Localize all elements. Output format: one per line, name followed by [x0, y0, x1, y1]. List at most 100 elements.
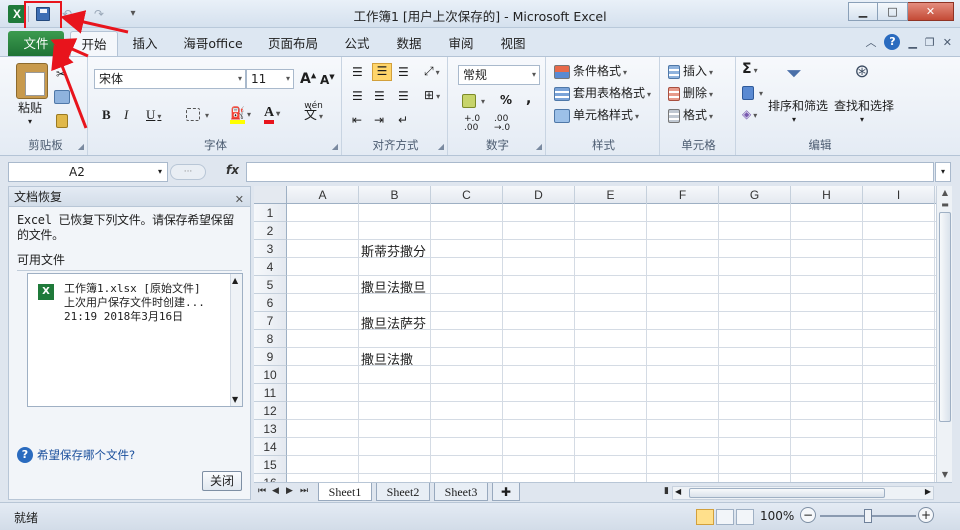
file-list-scrollbar[interactable]: ▲ ▼ — [230, 274, 242, 406]
underline-button[interactable]: U ▾ — [146, 107, 161, 123]
paste-button[interactable]: 粘贴 — [18, 99, 42, 116]
prev-sheet-icon[interactable]: ◀ — [272, 486, 279, 496]
doc-restore-icon[interactable]: ❐ — [925, 36, 935, 49]
percent-button[interactable]: % — [500, 93, 512, 107]
row-header-3[interactable]: 3 — [254, 240, 287, 258]
increase-decimal-button[interactable]: +.0 .00 — [464, 115, 480, 133]
file-list-scroll-down-icon[interactable]: ▼ — [232, 395, 238, 404]
sort-filter-dropdown[interactable]: ▾ — [792, 115, 796, 124]
page-layout-view-button[interactable] — [716, 509, 734, 525]
tab-data[interactable]: 数据 — [388, 31, 430, 56]
vertical-scroll-thumb[interactable] — [939, 212, 951, 422]
column-header-a[interactable]: A — [287, 186, 359, 204]
format-cells-button[interactable]: 格式 ▾ — [668, 106, 713, 123]
insert-sheet-icon[interactable]: ✚ — [492, 483, 520, 501]
horizontal-scroll-thumb[interactable] — [689, 488, 885, 498]
wrap-text-icon[interactable]: ↵ — [398, 113, 408, 127]
split-handle-icon[interactable]: ▬ — [938, 198, 952, 212]
cell-styles-button[interactable]: 单元格样式 ▾ — [554, 106, 639, 123]
row-header-15[interactable]: 15 — [254, 456, 287, 474]
tab-page-layout[interactable]: 页面布局 — [260, 31, 326, 56]
zoom-in-button[interactable]: + — [918, 507, 934, 523]
align-left-icon[interactable]: ☰ — [352, 89, 363, 103]
recovery-close-button[interactable]: 关闭 — [202, 471, 242, 491]
delete-cells-button[interactable]: 删除 ▾ — [668, 84, 713, 101]
name-box[interactable]: A2 ▾ — [8, 162, 168, 182]
paste-dropdown[interactable]: ▾ — [28, 117, 32, 126]
copy-icon[interactable] — [54, 89, 73, 104]
font-launcher-icon[interactable]: ◢ — [332, 142, 338, 151]
scroll-right-icon[interactable]: ▶ — [925, 487, 931, 496]
worksheet-grid[interactable]: ABCDEFGHI 12345678910111213141516 斯蒂芬撒分 … — [254, 186, 936, 482]
decrease-decimal-button[interactable]: .00 →.0 — [494, 115, 510, 133]
number-launcher-icon[interactable]: ◢ — [536, 142, 542, 151]
row-header-4[interactable]: 4 — [254, 258, 287, 276]
column-header-g[interactable]: G — [719, 186, 791, 204]
find-select-button[interactable]: 查找和选择 — [834, 97, 894, 114]
alignment-launcher-icon[interactable]: ◢ — [438, 142, 444, 151]
row-header-14[interactable]: 14 — [254, 438, 287, 456]
italic-button[interactable]: I — [124, 107, 128, 123]
grow-font-button[interactable]: A▲ — [300, 71, 316, 87]
horizontal-scrollbar[interactable]: ◀ ▶ — [672, 486, 934, 500]
column-header-h[interactable]: H — [791, 186, 863, 204]
currency-icon[interactable]: ▾ — [462, 93, 485, 108]
find-select-dropdown[interactable]: ▾ — [860, 115, 864, 124]
sort-filter-button[interactable]: 排序和筛选 — [768, 97, 828, 114]
format-as-table-button[interactable]: 套用表格格式 ▾ — [554, 84, 651, 101]
conditional-format-button[interactable]: 条件格式 ▾ — [554, 62, 627, 79]
tab-file[interactable]: 文件 — [8, 31, 64, 56]
last-sheet-icon[interactable]: ⏭ — [300, 486, 308, 496]
normal-view-button[interactable] — [696, 509, 714, 525]
cell-b2[interactable]: 斯蒂芬撒分 — [361, 241, 426, 260]
phonetic-button[interactable]: wén 文 ▾ — [304, 101, 323, 122]
zoom-slider-thumb[interactable] — [864, 509, 872, 523]
column-header-f[interactable]: F — [647, 186, 719, 204]
expand-formula-bar-button[interactable]: ▾ — [935, 162, 951, 182]
insert-function-button[interactable]: fx — [226, 163, 239, 177]
fill-button[interactable]: ▾ — [742, 85, 763, 100]
font-color-button[interactable]: A ▾ — [264, 105, 280, 124]
select-all-corner[interactable] — [254, 186, 287, 204]
cell-b4[interactable]: 撒旦法撒旦 — [361, 277, 426, 296]
minimize-button[interactable]: ▁ — [848, 2, 878, 21]
tab-insert[interactable]: 插入 — [124, 31, 166, 56]
minimize-ribbon-icon[interactable]: ︿ — [865, 34, 876, 50]
sheet-tab-1[interactable]: Sheet1 — [318, 483, 372, 501]
row-header-2[interactable]: 2 — [254, 222, 287, 240]
sheet-tab-3[interactable]: Sheet3 — [434, 483, 488, 501]
scroll-left-icon[interactable]: ◀ — [675, 487, 681, 496]
row-header-7[interactable]: 7 — [254, 312, 287, 330]
increase-indent-icon[interactable]: ⇥ — [374, 113, 384, 127]
tab-haige-office[interactable]: 海哥office — [176, 31, 250, 56]
decrease-indent-icon[interactable]: ⇤ — [352, 113, 362, 127]
cell-b8[interactable]: 撒旦法撒 — [361, 349, 413, 368]
recovery-pane-close-icon[interactable]: ✕ — [235, 190, 244, 210]
align-top-icon[interactable]: ☰ — [352, 65, 363, 79]
row-header-6[interactable]: 6 — [254, 294, 287, 312]
help-icon[interactable]: ? — [884, 34, 901, 50]
file-list-scroll-up-icon[interactable]: ▲ — [232, 276, 238, 285]
column-header-e[interactable]: E — [575, 186, 647, 204]
row-header-11[interactable]: 11 — [254, 384, 287, 402]
clipboard-launcher-icon[interactable]: ◢ — [78, 142, 84, 151]
column-header-b[interactable]: B — [359, 186, 431, 204]
column-header-i[interactable]: I — [863, 186, 935, 204]
autosum-button[interactable]: Σ ▾ — [742, 61, 758, 77]
row-header-12[interactable]: 12 — [254, 402, 287, 420]
row-header-8[interactable]: 8 — [254, 330, 287, 348]
font-size-combo[interactable]: 11 ▾ — [246, 69, 294, 89]
recovery-help-link[interactable]: ? 希望保存哪个文件? — [17, 447, 135, 463]
tab-view[interactable]: 视图 — [492, 31, 534, 56]
next-sheet-icon[interactable]: ▶ — [286, 486, 293, 496]
cut-icon[interactable]: ✂ — [56, 67, 66, 81]
align-middle-icon[interactable]: ☰ — [372, 63, 392, 81]
formula-input[interactable] — [246, 162, 934, 182]
zoom-level[interactable]: 100% — [760, 509, 794, 523]
column-header-c[interactable]: C — [431, 186, 503, 204]
orientation-icon[interactable]: ⤢ ▾ — [424, 64, 440, 79]
font-name-combo[interactable]: 宋体 ▾ — [94, 69, 246, 89]
close-window-button[interactable]: ✕ — [908, 2, 954, 21]
vertical-scrollbar[interactable]: ▲ ▬ ▼ — [936, 186, 952, 482]
row-header-9[interactable]: 9 — [254, 348, 287, 366]
